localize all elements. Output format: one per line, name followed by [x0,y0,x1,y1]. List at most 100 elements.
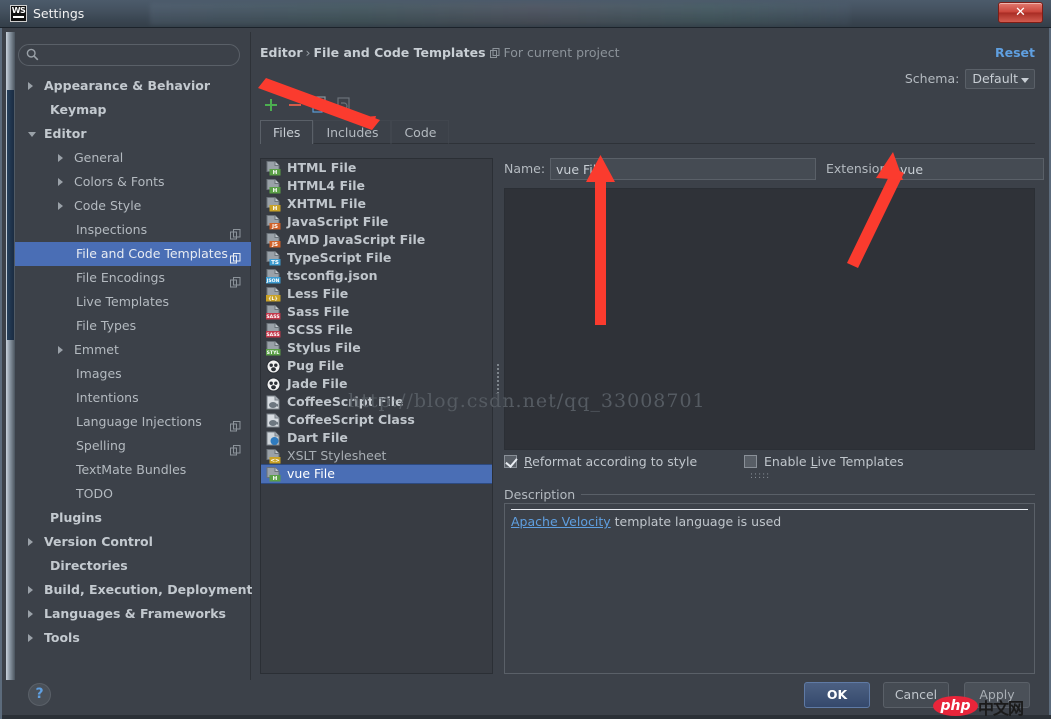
chevron-right-icon[interactable] [28,586,33,594]
list-item-label: Jade File [287,376,348,391]
close-icon[interactable]: ✕ [998,2,1043,23]
sidebar-scrollbar[interactable] [6,32,15,680]
chevron-right-icon[interactable] [58,202,63,210]
sidebar-item-plugins[interactable]: Plugins [6,506,251,530]
sidebar-item-keymap[interactable]: Keymap [6,98,251,122]
sidebar-item-file-and-code-templates[interactable]: File and Code Templates [6,242,251,266]
app-badge-text: WS [11,6,26,15]
list-item[interactable]: CoffeeScript Class [261,411,492,429]
name-label: Name: [504,161,546,176]
sidebar-item-file-encodings[interactable]: File Encodings [6,266,251,290]
enable-live-templates-label[interactable]: Enable Live Templates [764,454,904,469]
enable-live-templates-checkbox[interactable] [744,455,757,468]
apache-velocity-link[interactable]: Apache Velocity [511,514,611,529]
html-file-icon: H [266,179,281,194]
breadcrumb-root[interactable]: Editor [260,45,303,60]
reformat-label[interactable]: Reformat according to style [524,454,697,469]
sidebar-item-label: Editor [44,126,87,141]
sidebar-item-label: TODO [76,486,113,501]
sidebar-item-file-types[interactable]: File Types [6,314,251,338]
list-item[interactable]: H HTML File [261,159,492,177]
chevron-down-icon[interactable] [28,132,36,141]
tab-includes[interactable]: Includes [313,120,392,144]
list-item[interactable]: CoffeeScript File [261,393,492,411]
template-list[interactable]: H HTML File H HTML4 File H XHTML File JS JavaSc… [260,158,493,674]
list-item[interactable]: Dart File [261,429,492,447]
sidebar-item-label: Live Templates [76,294,170,309]
sidebar-search[interactable] [18,44,240,66]
panel-splitter-handle[interactable] [495,362,501,402]
list-item[interactable]: TS TypeScript File [261,249,492,267]
list-item[interactable]: SASS SCSS File [261,321,492,339]
sidebar-item-directories[interactable]: Directories [6,554,251,578]
extension-input[interactable] [894,158,1044,180]
sidebar-item-appearance-behavior[interactable]: Appearance & Behavior [6,74,251,98]
settings-tree[interactable]: Appearance & Behavior Keymap Editor General… [6,74,252,674]
list-item[interactable]: Jade File [261,375,492,393]
list-item[interactable]: {L} Less File [261,285,492,303]
list-item-label: Less File [287,286,349,301]
remove-template-button[interactable] [284,94,308,116]
svg-text:SASS: SASS [266,314,279,320]
sidebar-item-textmate-bundles[interactable]: TextMate Bundles [6,458,251,482]
list-item[interactable]: Hvue File [261,464,492,484]
sidebar-item-colors-fonts[interactable]: Colors & Fonts [6,170,251,194]
template-text-editor[interactable] [504,188,1035,450]
schema-label: Schema: [904,71,960,86]
name-input[interactable] [550,158,816,180]
sidebar-item-language-injections[interactable]: Language Injections [6,410,251,434]
chevron-right-icon[interactable] [58,154,63,162]
sidebar-item-tools[interactable]: Tools [6,626,251,650]
chevron-right-icon[interactable] [28,82,33,90]
list-item[interactable]: JS AMD JavaScript File [261,231,492,249]
sidebar-item-build-execution-deployment[interactable]: Build, Execution, Deployment [6,578,252,602]
sidebar-item-languages-frameworks[interactable]: Languages & Frameworks [6,602,251,626]
add-template-button[interactable] [260,94,284,116]
styl-file-icon: STYL [265,341,281,356]
description-box[interactable]: Apache Velocity template language is use… [504,503,1035,674]
schema-select-value: Default [972,71,1018,86]
list-item[interactable]: <> XSLT Stylesheet [261,447,492,465]
svg-text:STYL: STYL [267,350,280,356]
tab-code[interactable]: Code [391,120,450,144]
chevron-right-icon[interactable] [28,610,33,618]
chevron-right-icon[interactable] [58,178,63,186]
chevron-right-icon[interactable] [58,346,63,354]
reset-template-icon[interactable] [332,94,356,116]
tab-files[interactable]: Files [260,120,314,144]
sidebar-item-version-control[interactable]: Version Control [6,530,251,554]
sidebar-item-live-templates[interactable]: Live Templates [6,290,251,314]
sidebar-item-intentions[interactable]: Intentions [6,386,251,410]
list-item[interactable]: H HTML4 File [261,177,492,195]
list-item[interactable]: H XHTML File [261,195,492,213]
chevron-right-icon[interactable] [28,634,33,642]
list-item[interactable]: Pug File [261,357,492,375]
help-button[interactable]: ? [28,683,51,706]
list-item[interactable]: STYL Stylus File [261,339,492,357]
chevron-right-icon[interactable] [28,538,33,546]
ok-button[interactable]: OK [804,682,870,708]
templates-tabs[interactable]: Files Includes Code [260,120,1035,144]
scope-note-text: For current project [503,45,620,60]
sidebar-item-label: File Types [76,318,137,333]
sidebar-scrollbar-thumb[interactable] [7,90,14,340]
schema-select[interactable]: Default [965,69,1035,89]
sidebar-item-todo[interactable]: TODO [6,482,251,506]
sidebar-item-general[interactable]: General [6,146,251,170]
list-item[interactable]: JSON tsconfig.json [261,267,492,285]
sidebar-item-emmet[interactable]: Emmet [6,338,251,362]
project-scope-icon [230,416,241,432]
sidebar-item-label: Inspections [76,222,148,237]
list-item[interactable]: JS JavaScript File [261,213,492,231]
list-item[interactable]: SASS Sass File [261,303,492,321]
search-input[interactable] [43,46,231,63]
sidebar-item-label: Plugins [50,510,102,525]
reset-link[interactable]: Reset [995,45,1035,60]
reformat-checkbox[interactable] [504,455,517,468]
sidebar-item-spelling[interactable]: Spelling [6,434,251,458]
sidebar-item-inspections[interactable]: Inspections [6,218,251,242]
sidebar-item-editor[interactable]: Editor [6,122,251,146]
sidebar-item-images[interactable]: Images [6,362,251,386]
sidebar-item-code-style[interactable]: Code Style [6,194,251,218]
copy-template-icon[interactable] [308,94,332,116]
